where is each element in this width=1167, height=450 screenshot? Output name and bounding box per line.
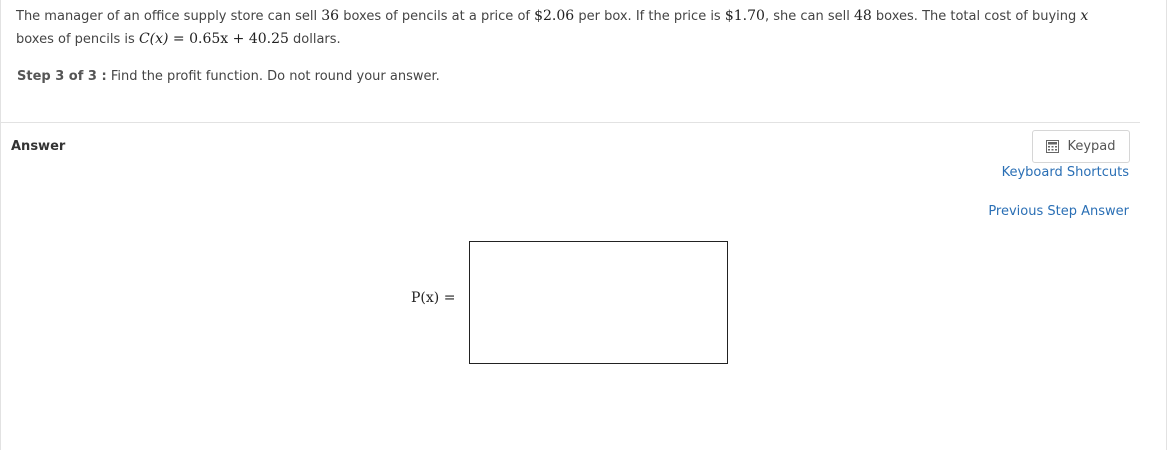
quantity-48: 48 xyxy=(853,8,872,24)
equals-sign: = xyxy=(168,31,190,47)
quantity-36: 36 xyxy=(321,8,340,24)
previous-step-answer-link[interactable]: Previous Step Answer xyxy=(988,204,1129,219)
problem-statement: The manager of an office supply store ca… xyxy=(16,5,1116,51)
keypad-button[interactable]: Keypad xyxy=(1032,130,1130,163)
answer-heading: Answer xyxy=(11,139,66,154)
calculator-icon xyxy=(1046,140,1060,153)
profit-function-label: P(x) = xyxy=(411,290,456,306)
answer-input[interactable] xyxy=(469,241,728,364)
price-low: $1.70 xyxy=(724,8,765,24)
problem-text: boxes. The total cost of buying xyxy=(871,9,1081,24)
variable-x: x xyxy=(1080,8,1089,24)
section-divider xyxy=(1,122,1140,123)
problem-text: , she can sell xyxy=(764,9,854,24)
step-text: Find the profit function. Do not round y… xyxy=(110,69,440,84)
price-high: $2.06 xyxy=(534,8,575,24)
step-label: Step 3 of 3 : xyxy=(17,69,107,84)
cost-function-expression: 0.65x + 40.25 xyxy=(189,31,289,47)
problem-text: boxes of pencils is xyxy=(16,32,139,47)
problem-text: per box. If the price is xyxy=(574,9,725,24)
problem-text: The manager of an office supply store ca… xyxy=(16,9,322,24)
question-panel: The manager of an office supply store ca… xyxy=(0,0,1167,450)
keypad-label: Keypad xyxy=(1067,139,1116,154)
cost-function-name: C(x) xyxy=(138,31,169,47)
problem-text: dollars. xyxy=(288,32,341,47)
step-instruction: Step 3 of 3 : Find the profit function. … xyxy=(17,66,440,88)
problem-text: boxes of pencils at a price of xyxy=(339,9,535,24)
keyboard-shortcuts-link[interactable]: Keyboard Shortcuts xyxy=(1002,165,1129,180)
